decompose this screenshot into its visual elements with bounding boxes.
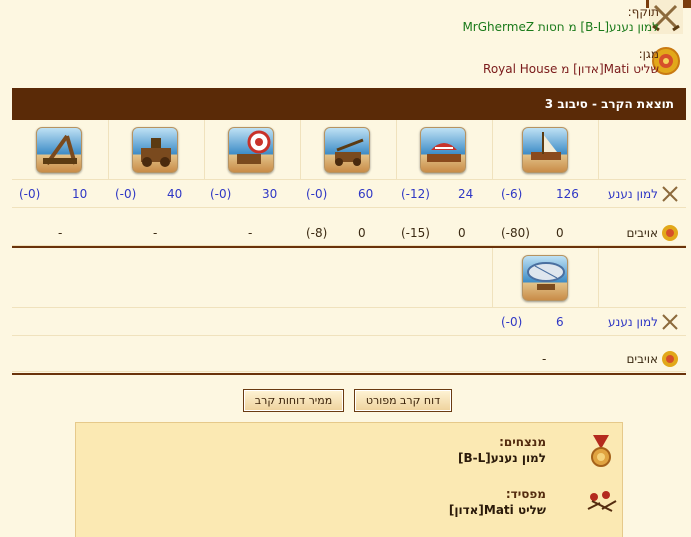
unit-loss: (-0) bbox=[19, 187, 41, 201]
attacker-line[interactable]: למון נענע[B-L] מ חסות MrGhermeZ bbox=[462, 20, 659, 34]
unit-count: 6 bbox=[556, 315, 564, 329]
enemy-count: 0 bbox=[556, 226, 564, 240]
unit-ballista-icon[interactable] bbox=[324, 127, 370, 173]
defender-label: מגן: bbox=[638, 47, 659, 61]
unit-airship-icon[interactable] bbox=[522, 255, 568, 301]
enemy-count: - bbox=[248, 226, 253, 240]
attacker-row-label[interactable]: למון נענע bbox=[608, 315, 658, 329]
winners-value[interactable]: למון נענע[B-L] bbox=[458, 451, 546, 465]
enemy-emblem-icon bbox=[662, 225, 678, 241]
unit-loss: (-6) bbox=[501, 187, 523, 201]
units-image-row-2 bbox=[12, 248, 686, 308]
enemy-emblem-icon bbox=[662, 351, 678, 367]
attacker-label: תוקף: bbox=[627, 5, 659, 19]
unit-loss: (-0) bbox=[501, 315, 523, 329]
report-converter-button[interactable]: ממיר דוחות קרב bbox=[243, 389, 344, 412]
units-image-row bbox=[12, 120, 686, 180]
enemy-row-label: אויבים bbox=[626, 352, 658, 366]
loser-label: מפסיד: bbox=[505, 487, 546, 501]
loser-value[interactable]: שליט Mati[אדון] bbox=[449, 503, 546, 517]
enemy-count: - bbox=[542, 352, 547, 366]
unit-count: 126 bbox=[556, 187, 579, 201]
attacker-row-label[interactable]: למון נענע bbox=[608, 187, 658, 201]
battle-summary: מנצחים: למון נענע[B-L] מפסיד: שליט Mati[… bbox=[75, 422, 623, 537]
enemy-count: 0 bbox=[358, 226, 366, 240]
enemy-loss: (-8) bbox=[306, 226, 328, 240]
detailed-report-button[interactable]: דוח קרב מפורט bbox=[354, 389, 452, 412]
unit-catapult-icon[interactable] bbox=[132, 127, 178, 173]
battle-result-bar: תוצאת הקרב - סיבוב 3 bbox=[12, 88, 686, 120]
unit-loss: (-0) bbox=[210, 187, 232, 201]
unit-loss: (-0) bbox=[306, 187, 328, 201]
medal-icon bbox=[591, 435, 611, 467]
attacker-units-row: למון נענע 126 (-6) 24 (-12) 60 (-0) 30 (… bbox=[12, 180, 686, 208]
enemy-units-row: אויבים 0 (-80) 0 (-15) 0 (-8) - - - bbox=[12, 220, 686, 246]
unit-loss: (-12) bbox=[401, 187, 430, 201]
unit-galley-icon[interactable] bbox=[420, 127, 466, 173]
fallen-soldiers-icon bbox=[587, 491, 617, 512]
unit-count: 40 bbox=[167, 187, 183, 201]
enemy-count: - bbox=[153, 226, 158, 240]
attacker-units-row-2: למון נענע 6 (-0) bbox=[12, 308, 686, 336]
crossed-swords-icon bbox=[662, 186, 678, 202]
enemy-row-label: אויבים bbox=[626, 226, 658, 240]
unit-count: 60 bbox=[358, 187, 374, 201]
enemy-count: - bbox=[58, 226, 63, 240]
winners-label: מנצחים: bbox=[499, 435, 546, 449]
battle-header: תוקף: למון נענע[B-L] מ חסות MrGhermeZ מג… bbox=[0, 0, 691, 88]
defender-line[interactable]: שליט Mati[אדון] מ Royal House bbox=[483, 62, 659, 76]
unit-count: 10 bbox=[72, 187, 88, 201]
unit-archery-target-icon[interactable] bbox=[228, 127, 274, 173]
unit-loss: (-0) bbox=[115, 187, 137, 201]
section-divider bbox=[12, 373, 686, 375]
enemy-loss: (-80) bbox=[501, 226, 530, 240]
enemy-units-row-2: אויבים - bbox=[12, 346, 686, 372]
unit-trebuchet-icon[interactable] bbox=[36, 127, 82, 173]
unit-ship-icon[interactable] bbox=[522, 127, 568, 173]
unit-count: 30 bbox=[262, 187, 278, 201]
enemy-count: 0 bbox=[458, 226, 466, 240]
enemy-loss: (-15) bbox=[401, 226, 430, 240]
crossed-swords-icon bbox=[662, 314, 678, 330]
unit-count: 24 bbox=[458, 187, 474, 201]
